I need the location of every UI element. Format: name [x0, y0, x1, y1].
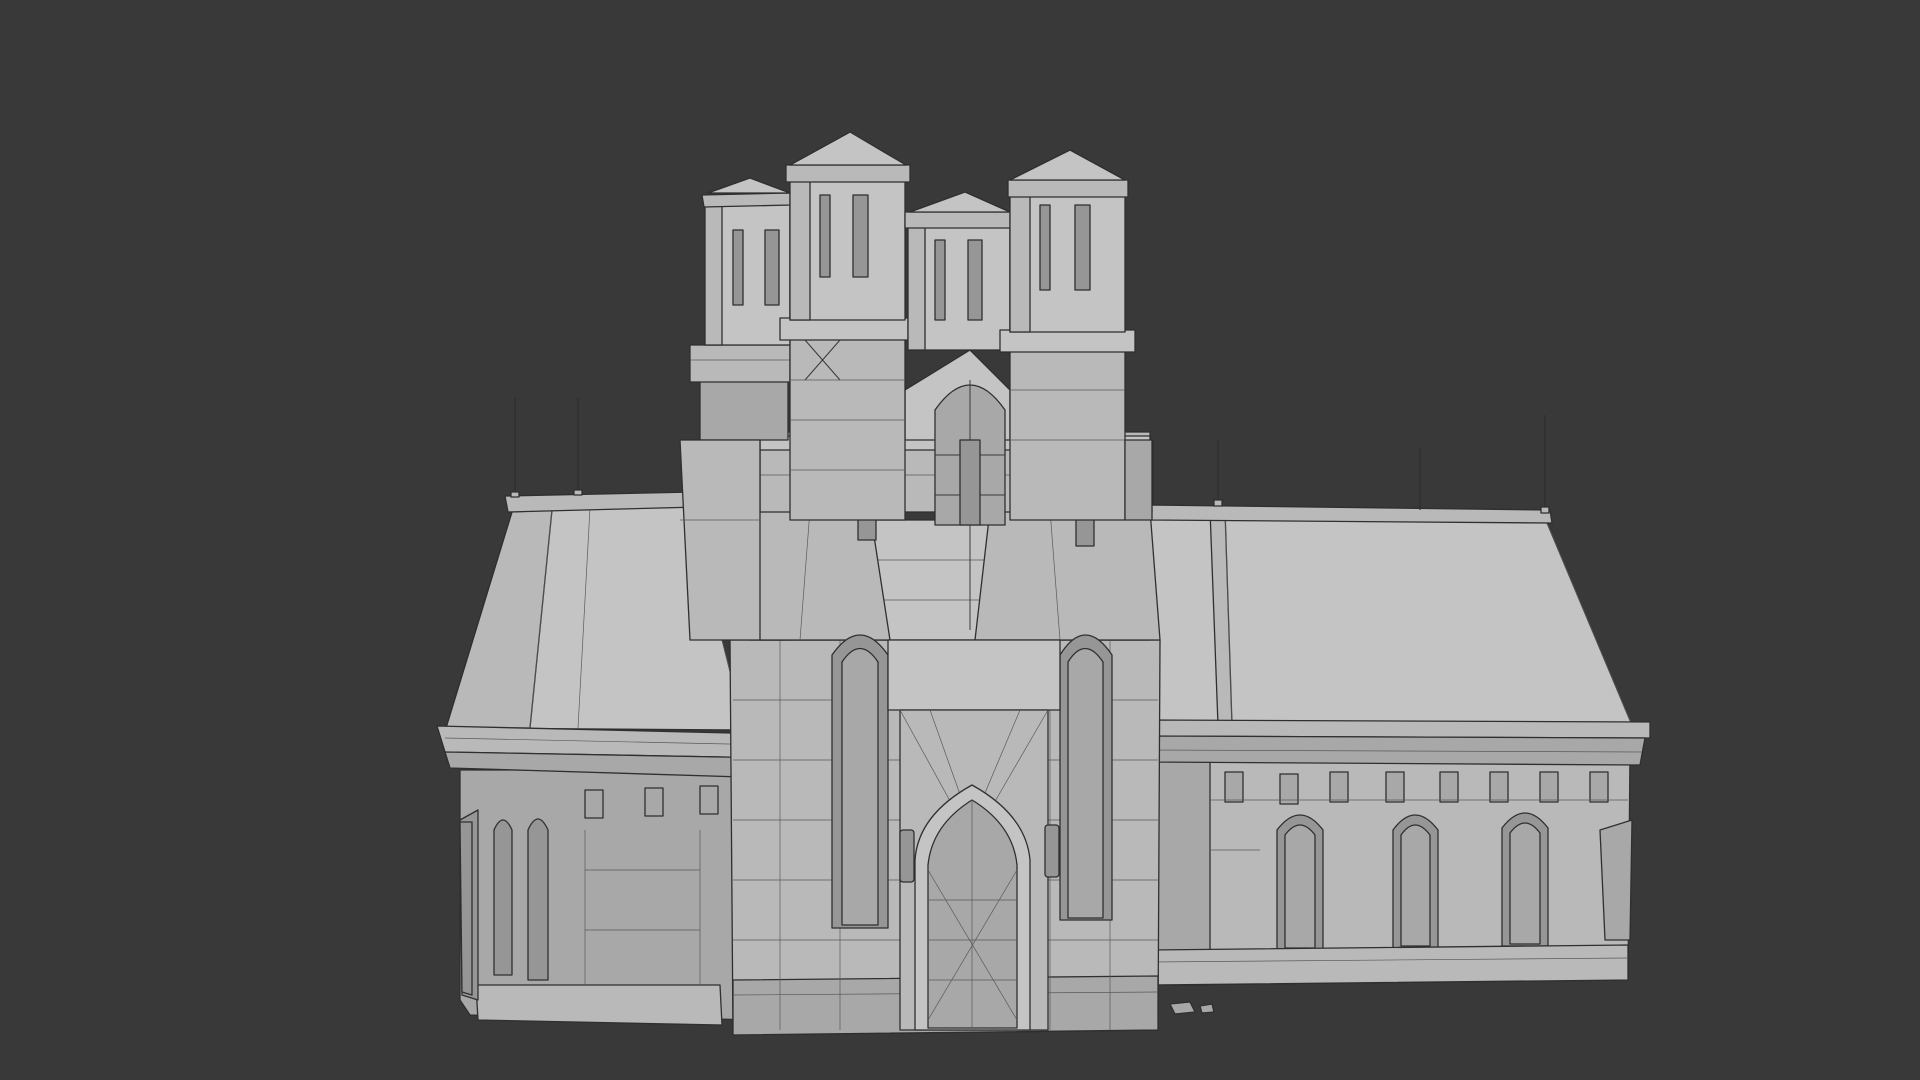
tower-far-left	[689, 177, 793, 441]
right-wing-windows	[1276, 812, 1549, 951]
3d-viewport[interactable]	[0, 0, 1920, 1080]
tower-left	[779, 131, 919, 521]
main-gate-arch	[914, 784, 1031, 1031]
tower-center	[904, 191, 1013, 351]
gatehouse-model	[436, 131, 1651, 1036]
right-wing	[1147, 504, 1651, 986]
ground-rubble	[1169, 1001, 1215, 1015]
tower-right	[999, 149, 1136, 521]
